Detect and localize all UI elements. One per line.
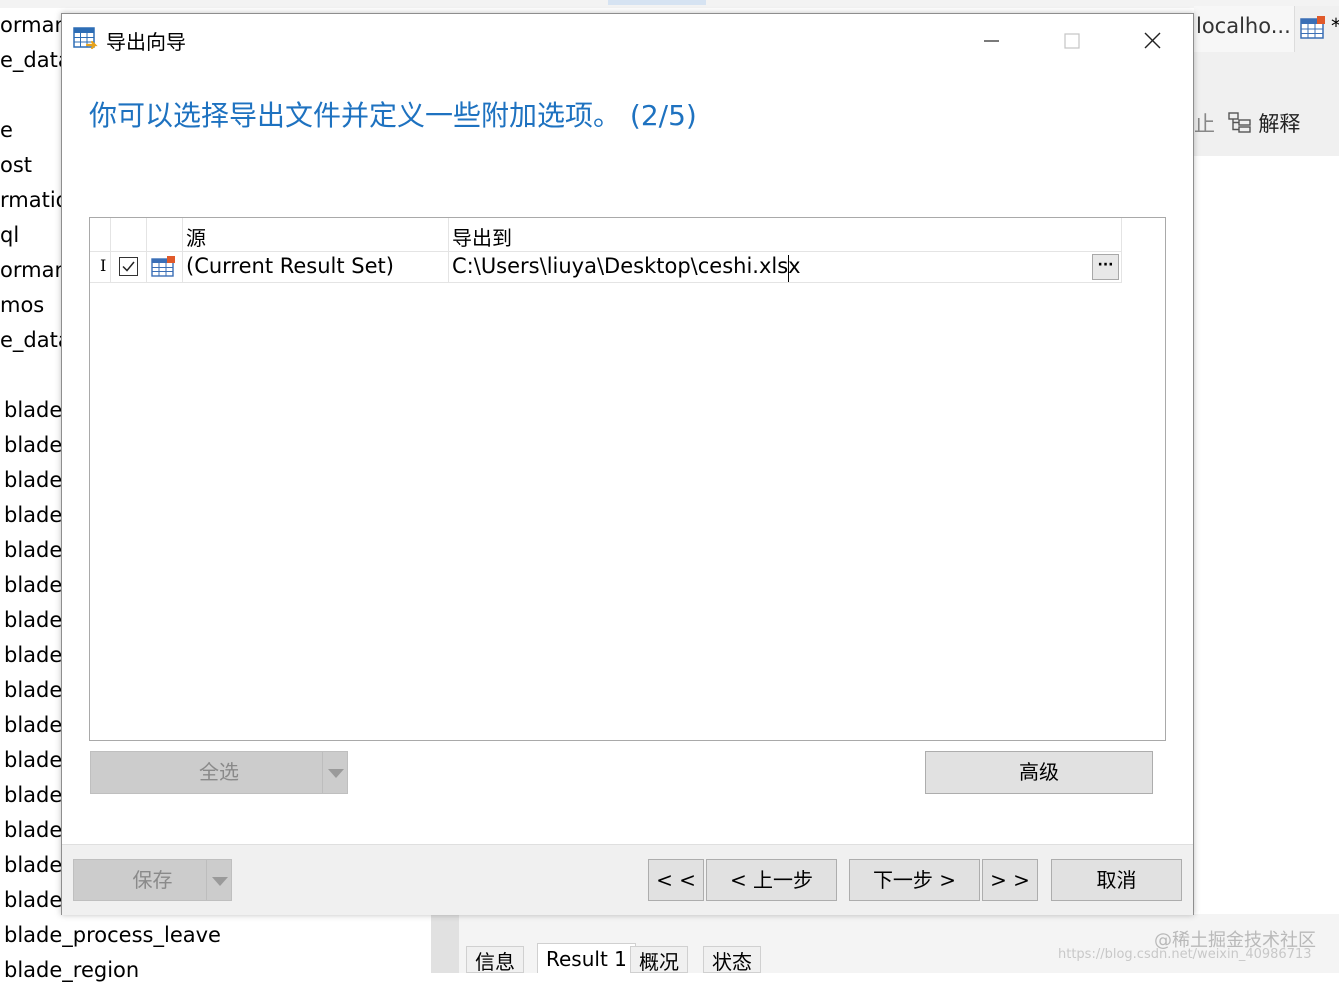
list-item[interactable]: blade_process_leave [4,918,221,953]
list-item[interactable]: e [0,113,13,148]
source-cell: (Current Result Set) [186,254,394,278]
list-item[interactable]: rmatio [0,183,69,218]
splitter[interactable] [431,914,459,973]
table-icon [1300,16,1326,44]
column-header-export-to[interactable]: 导出到 [452,222,512,251]
previous-step-button[interactable]: < 上一步 [706,859,837,901]
save-split-button[interactable]: 保存 [73,859,232,901]
list-item[interactable]: ql [0,218,19,253]
wizard-step-heading: 你可以选择导出文件并定义一些附加选项。 (2/5) [89,99,697,132]
minimize-button[interactable] [968,24,1014,58]
export-file-grid: 源 导出到 I (Current Result Set) C:\Users\li… [89,217,1166,741]
text-cursor-icon: I [100,256,107,275]
stop-button-fragment[interactable]: 止 [1194,112,1215,136]
table-icon [151,256,177,282]
advanced-button[interactable]: 高级 [925,751,1153,794]
select-all-button-label[interactable]: 全选 [103,752,336,793]
export-wizard-icon [73,26,99,56]
checkmark-icon [122,261,135,272]
text-caret [788,255,789,282]
unsaved-marker: * [1331,14,1339,38]
browse-button[interactable]: ··· [1092,254,1119,280]
close-button[interactable] [1129,24,1175,58]
list-item[interactable]: orman [0,253,68,288]
minimize-icon [984,40,999,42]
export-path-input[interactable]: C:\Users\liuya\Desktop\ceshi.xlsx [452,254,801,278]
tab-overview[interactable]: 概况 [630,946,688,974]
dialog-title: 导出向导 [106,30,186,54]
save-button-label[interactable]: 保存 [86,860,220,900]
last-step-button[interactable]: > > [982,859,1038,901]
list-item[interactable]: ost [0,148,32,183]
chevron-down-icon[interactable] [206,860,231,900]
list-item[interactable]: mos [0,288,44,323]
row-checkbox[interactable] [119,257,138,276]
background-active-tab-indicator [608,0,706,5]
next-step-button[interactable]: 下一步 > [849,859,980,901]
connection-tab-label[interactable]: localho... [1196,14,1291,38]
tab-result-1[interactable]: Result 1 [537,943,636,973]
explain-button[interactable]: 解释 [1258,112,1300,136]
background-toolbar: 止 解释 [1194,108,1300,138]
chevron-down-icon[interactable] [322,752,347,793]
maximize-icon [1064,33,1080,49]
grid-divider [90,251,1121,252]
explain-icon [1227,112,1252,133]
export-wizard-dialog: 导出向导 你可以选择导出文件并定义一些附加选项。 (2/5) 源 导出到 I (… [61,13,1194,915]
list-item[interactable]: orman [0,8,68,43]
column-header-source[interactable]: 源 [186,222,206,251]
list-item[interactable]: blade_region [4,953,139,988]
grid-divider [1121,218,1122,283]
first-step-button[interactable]: < < [648,859,704,901]
close-icon [1144,32,1161,49]
grid-divider [90,282,1121,283]
tab-status[interactable]: 状态 [703,946,761,974]
tab-info[interactable]: 信息 [466,946,524,974]
cancel-button[interactable]: 取消 [1051,859,1182,901]
maximize-button[interactable] [1048,24,1094,58]
wizard-footer: 保存 < < < 上一步 下一步 > > > 取消 [62,844,1193,915]
watermark-url: https://blog.csdn.net/weixin_40986713 [1058,947,1312,962]
select-all-split-button[interactable]: 全选 [90,751,348,794]
